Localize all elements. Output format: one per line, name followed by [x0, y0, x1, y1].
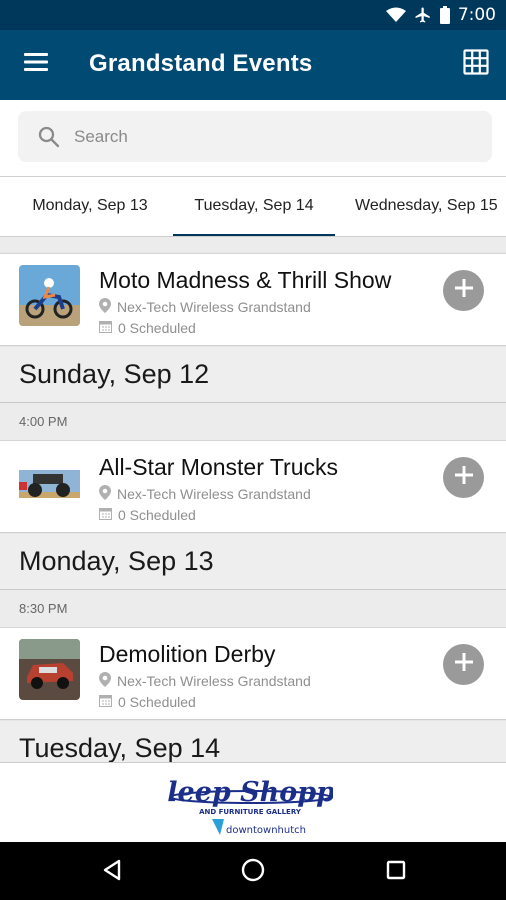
time-row: 4:00 PM [0, 403, 506, 440]
event-card[interactable]: Demolition Derby Nex-Tech Wireless Grand… [0, 627, 506, 720]
event-venue: Nex-Tech Wireless Grandstand [99, 672, 311, 690]
plus-icon [454, 465, 474, 490]
sponsor-logo: Sleep Shoppe AND FURNITURE GALLERY downt… [148, 769, 352, 839]
event-scheduled: 0 Scheduled [99, 694, 196, 710]
tab-monday-sep-13[interactable]: Monday, Sep 13 [10, 177, 170, 236]
day-header: Sunday, Sep 12 [0, 347, 506, 403]
hamburger-menu-icon [24, 52, 48, 76]
app-title: Grandstand Events [89, 50, 313, 77]
home-button[interactable] [233, 852, 273, 892]
plus-icon [454, 652, 474, 677]
day-header-label: Sunday, Sep 12 [19, 359, 210, 389]
calendar-grid-button[interactable] [454, 42, 498, 86]
time-row: 8:30 PM [0, 590, 506, 627]
calendar-icon [99, 320, 118, 336]
status-bar: 7:00 [0, 0, 506, 30]
back-button[interactable] [92, 852, 132, 892]
date-tabs: Monday, Sep 13 Tuesday, Sep 14 Wednesday… [0, 176, 506, 237]
menu-button[interactable] [14, 42, 58, 86]
event-time: 8:30 PM [19, 601, 68, 616]
system-nav-bar [0, 842, 506, 900]
event-scheduled: 0 Scheduled [99, 507, 196, 523]
event-scheduled: 0 Scheduled [99, 320, 196, 336]
app-bar: Grandstand Events [0, 30, 506, 100]
event-scheduled-count: 0 Scheduled [118, 694, 196, 710]
time-row-cut-off [0, 237, 506, 252]
add-event-button[interactable] [443, 270, 484, 311]
sponsor-brand-tagline: AND FURNITURE GALLERY [199, 808, 302, 816]
event-venue: Nex-Tech Wireless Grandstand [99, 485, 311, 503]
event-thumbnail-moto [19, 265, 80, 326]
event-thumbnail-demolition-derby [19, 639, 80, 700]
day-header-label: Monday, Sep 13 [19, 546, 214, 576]
plus-icon [454, 278, 474, 303]
wifi-icon [385, 7, 406, 23]
event-time: 4:00 PM [19, 414, 68, 429]
calendar-icon [99, 507, 118, 523]
search-area [0, 100, 506, 176]
day-header: Monday, Sep 13 [0, 534, 506, 590]
sponsor-brand-name: Sleep Shoppe [168, 777, 333, 808]
grid-icon [463, 48, 489, 80]
event-list[interactable]: Moto Madness & Thrill Show Nex-Tech Wire… [0, 237, 506, 762]
event-venue-label: Nex-Tech Wireless Grandstand [117, 673, 311, 689]
event-scheduled-count: 0 Scheduled [118, 507, 196, 523]
event-venue: Nex-Tech Wireless Grandstand [99, 298, 311, 316]
event-card[interactable]: Moto Madness & Thrill Show Nex-Tech Wire… [0, 253, 506, 346]
add-event-button[interactable] [443, 644, 484, 685]
home-circle-icon [241, 858, 265, 887]
event-venue-label: Nex-Tech Wireless Grandstand [117, 486, 311, 502]
day-header: Tuesday, Sep 14 [0, 721, 506, 762]
status-time: 7:00 [457, 5, 496, 25]
back-triangle-icon [101, 859, 123, 886]
tab-tuesday-sep-14[interactable]: Tuesday, Sep 14 [173, 177, 335, 236]
event-title: All-Star Monster Trucks [99, 454, 338, 480]
event-title: Moto Madness & Thrill Show [99, 267, 392, 293]
event-scheduled-count: 0 Scheduled [118, 320, 196, 336]
location-pin-icon [99, 672, 117, 690]
location-pin-icon [99, 298, 117, 316]
location-pin-icon [99, 485, 117, 503]
day-header-label: Tuesday, Sep 14 [19, 733, 221, 762]
event-title: Demolition Derby [99, 641, 276, 667]
sponsor-downtown: downtownhutch [226, 825, 306, 836]
search-icon [38, 126, 60, 148]
recents-square-icon [386, 860, 406, 885]
status-icons: 7:00 [385, 5, 496, 25]
add-event-button[interactable] [443, 457, 484, 498]
calendar-icon [99, 694, 118, 710]
ad-banner[interactable]: Sleep Shoppe AND FURNITURE GALLERY downt… [0, 762, 506, 842]
event-card[interactable]: All-Star Monster Trucks Nex-Tech Wireles… [0, 440, 506, 533]
search-input[interactable] [74, 126, 454, 147]
event-venue-label: Nex-Tech Wireless Grandstand [117, 299, 311, 315]
tab-wednesday-sep-15[interactable]: Wednesday, Sep 15 [340, 177, 506, 236]
battery-icon [439, 6, 450, 24]
search-box[interactable] [18, 111, 492, 162]
cut-time-fragment [19, 237, 23, 244]
recents-button[interactable] [376, 852, 416, 892]
event-thumbnail-monster-truck [19, 452, 80, 513]
airplane-icon [414, 6, 432, 24]
